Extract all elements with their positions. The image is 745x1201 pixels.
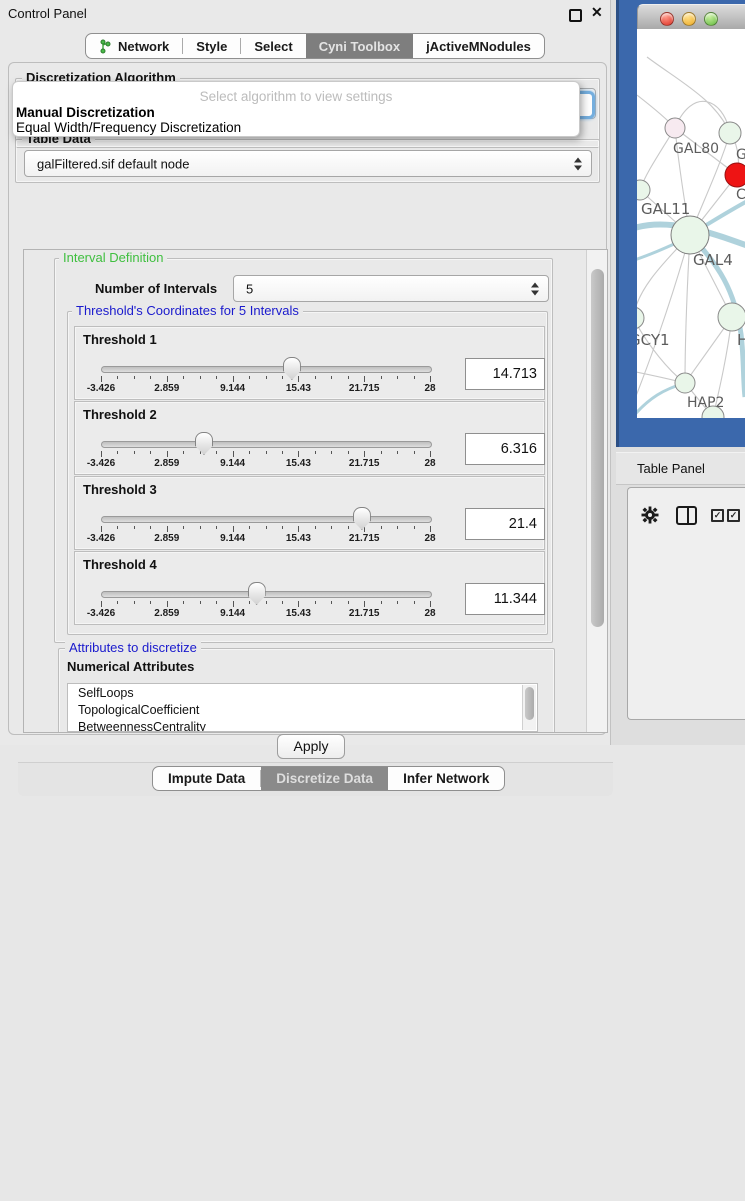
gear-icon[interactable] <box>641 506 659 524</box>
float-window-icon[interactable] <box>569 9 582 22</box>
combo-spinner-icon <box>574 157 582 170</box>
tab-discretize-data[interactable]: Discretize Data <box>261 767 388 790</box>
num-intervals-value: 5 <box>246 281 253 296</box>
node-label-partial-top: GA <box>736 147 745 163</box>
tab-infer-network[interactable]: Infer Network <box>388 767 504 790</box>
combo-spinner-icon <box>531 282 539 295</box>
panel-scrollbar[interactable] <box>586 250 608 732</box>
close-traffic-light[interactable] <box>660 12 674 26</box>
node-red-selected[interactable] <box>725 163 745 187</box>
threshold-4-label: Threshold 4 <box>83 557 157 572</box>
checkbox-icon[interactable]: ✓ <box>727 509 740 522</box>
node-top-right[interactable] <box>719 122 741 144</box>
table-data-combo-value: galFiltered.sif default node <box>37 156 189 171</box>
tab-impute-label: Impute Data <box>168 771 245 786</box>
tab-style-label: Style <box>196 39 227 54</box>
threshold-3-slider-thumb[interactable] <box>353 507 371 530</box>
tab-network[interactable]: Network <box>86 34 182 58</box>
threshold-2-value-field[interactable]: 6.316 <box>465 433 545 465</box>
node-gal80[interactable] <box>665 118 685 138</box>
apply-button[interactable]: Apply <box>277 734 345 759</box>
threshold-4-slider-thumb[interactable] <box>248 582 266 605</box>
threshold-2-label: Threshold 2 <box>83 407 157 422</box>
columns-icon[interactable] <box>676 506 697 525</box>
tab-impute-data[interactable]: Impute Data <box>153 767 260 790</box>
interval-group-label: Interval Definition <box>59 250 167 265</box>
network-icon <box>99 39 112 54</box>
popup-option-manual[interactable]: Manual Discretization <box>16 105 155 120</box>
tab-infer-label: Infer Network <box>403 771 489 786</box>
threshold-1-value-field[interactable]: 14.713 <box>465 358 545 390</box>
tab-cyni-toolbox[interactable]: Cyni Toolbox <box>306 34 413 58</box>
tab-jactivemnodules[interactable]: jActiveMNodules <box>413 34 544 58</box>
threshold-3-box: Threshold 3 -3.4262.8599.14415.4321.7152… <box>74 476 545 550</box>
list-scrollbar[interactable] <box>522 685 536 730</box>
tab-select-label: Select <box>254 39 292 54</box>
control-panel-tabs: Network Style Select Cyni Toolbox jActiv… <box>85 33 545 59</box>
node-hap2[interactable] <box>675 373 695 393</box>
algorithm-dropdown-popup: Select algorithm to view settings Manual… <box>12 81 580 137</box>
num-intervals-label: Number of Intervals <box>91 281 221 296</box>
tab-network-label: Network <box>118 39 169 54</box>
table-panel-title: Table Panel <box>637 461 705 476</box>
checkbox-icon[interactable]: ✓ <box>711 509 724 522</box>
node-gcy1[interactable] <box>637 307 644 329</box>
table-data-groupbox: Table Data galFiltered.sif default node <box>15 139 600 183</box>
popup-hint-option[interactable]: Select algorithm to view settings <box>13 89 579 104</box>
table-panel-window: ✓ ✓ shared... na YDL19...YDL1 YDR27...YD… <box>627 487 745 720</box>
panel-title: Control Panel <box>8 6 87 21</box>
node-label-partial-mid: C <box>736 187 745 203</box>
tab-style[interactable]: Style <box>183 34 240 58</box>
tab-discretize-label: Discretize Data <box>276 771 373 786</box>
node-gal4[interactable] <box>671 216 709 254</box>
control-panel: Control Panel ✕ Network Style Select Cyn… <box>0 0 611 745</box>
network-window-titlebar[interactable] <box>637 4 745 30</box>
threshold-2-box: Threshold 2 -3.4262.8599.14415.4321.7152… <box>74 401 545 475</box>
node-label-gcy1: GCY1 <box>637 331 670 349</box>
attributes-group-label: Attributes to discretize <box>65 640 201 655</box>
interval-groupbox: Interval Definition Number of Intervals … <box>54 258 553 643</box>
popup-option-equal-width[interactable]: Equal Width/Frequency Discretization <box>16 120 241 135</box>
numerical-attributes-label: Numerical Attributes <box>63 659 198 674</box>
table-data-combo[interactable]: galFiltered.sif default node <box>24 150 592 177</box>
list-item[interactable]: TopologicalCoefficient <box>68 701 537 718</box>
node-label-partial-low: H <box>737 331 745 349</box>
network-view-canvas[interactable]: GAL80 GA C GAL11 GAL4 GCY1 H HAP2 <box>637 29 745 418</box>
list-item[interactable]: SelfLoops <box>68 684 537 701</box>
panel-scrollbar-thumb[interactable] <box>591 269 604 627</box>
threshold-1-label: Threshold 1 <box>83 332 157 347</box>
minimize-traffic-light[interactable] <box>682 12 696 26</box>
tab-cyni-label: Cyni Toolbox <box>319 39 400 54</box>
threshold-3-slider-track[interactable] <box>101 516 432 523</box>
threshold-group-label: Threshold's Coordinates for 5 Intervals <box>72 303 303 318</box>
node-label-gal11: GAL11 <box>641 200 690 218</box>
threshold-1-box: Threshold 1 -3.4262.8599.14415.4321.7152… <box>74 326 545 400</box>
settings-scroll-panel: Interval Definition Number of Intervals … <box>23 249 608 733</box>
numerical-attributes-list[interactable]: SelfLoops TopologicalCoefficient Between… <box>67 683 538 732</box>
control-panel-titlebar: Control Panel ✕ <box>0 0 610 27</box>
num-intervals-combo[interactable]: 5 <box>233 275 549 302</box>
threshold-groupbox: Threshold's Coordinates for 5 Intervals … <box>67 311 548 635</box>
node-right-low[interactable] <box>718 303 745 331</box>
threshold-2-slider-thumb[interactable] <box>195 432 213 455</box>
threshold-1-slider-track[interactable] <box>101 366 432 373</box>
node-label-gal80: GAL80 <box>673 141 719 157</box>
list-item[interactable]: BetweennessCentrality <box>68 718 537 732</box>
node-label-hap2: HAP2 <box>687 395 724 411</box>
cyni-toolbox-panel: Discretization Algorithm Table Data galF… <box>8 62 607 735</box>
cyni-mode-tabs: Impute Data Discretize Data Infer Networ… <box>152 766 505 791</box>
threshold-4-box: Threshold 4 -3.4262.8599.14415.4321.7152… <box>74 551 545 625</box>
close-icon[interactable]: ✕ <box>591 4 603 21</box>
threshold-3-label: Threshold 3 <box>83 482 157 497</box>
threshold-3-value-field[interactable]: 21.4 <box>465 508 545 540</box>
tab-jactive-label: jActiveMNodules <box>426 39 531 54</box>
threshold-4-slider-track[interactable] <box>101 591 432 598</box>
threshold-2-slider-track[interactable] <box>101 441 432 448</box>
node-label-gal4: GAL4 <box>693 251 733 269</box>
threshold-4-value-field[interactable]: 11.344 <box>465 583 545 615</box>
tab-select[interactable]: Select <box>241 34 305 58</box>
zoom-traffic-light[interactable] <box>704 12 718 26</box>
